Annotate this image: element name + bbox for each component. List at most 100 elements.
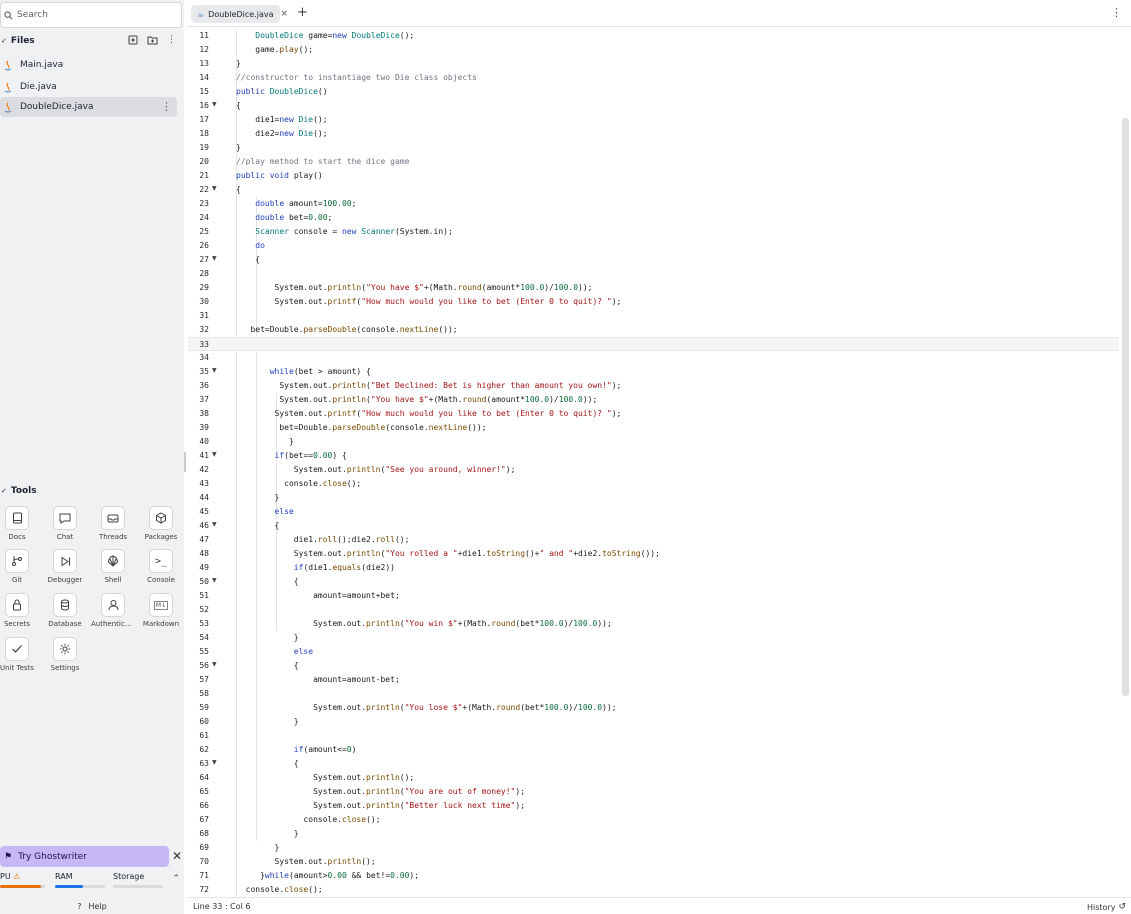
code-line[interactable]: 52 — [188, 603, 1119, 617]
code-line[interactable]: 24 double bet=0.00; — [188, 211, 1119, 225]
code-line[interactable]: 34 — [188, 351, 1119, 365]
code-line[interactable]: 46 ▼ { — [188, 519, 1119, 533]
history-button[interactable]: History ↺ — [1087, 902, 1126, 912]
code-line[interactable]: 27 ▼ { — [188, 253, 1119, 267]
tool-secrets[interactable]: Secrets — [0, 593, 39, 635]
code-line[interactable]: 42 System.out.println("See you around, w… — [188, 463, 1119, 477]
code-line[interactable]: 51 amount=amount+bet; — [188, 589, 1119, 603]
fold-chevron-icon[interactable]: ▼ — [212, 255, 217, 262]
code-line[interactable]: 19} — [188, 141, 1119, 155]
code-line[interactable]: 18 die2=new Die(); — [188, 127, 1119, 141]
code-line[interactable]: 21 public void play() — [188, 169, 1119, 183]
fold-chevron-icon[interactable]: ▼ — [212, 577, 217, 584]
code-line[interactable]: 70 System.out.println(); — [188, 855, 1119, 869]
code-line[interactable]: 35 ▼ while(bet > amount) { — [188, 365, 1119, 379]
tool-markdown[interactable]: M↓ Markdown — [139, 593, 183, 635]
code-line[interactable]: 56 ▼ { — [188, 659, 1119, 673]
code-line[interactable]: 53 System.out.println("You win $"+(Math.… — [188, 617, 1119, 631]
code-line[interactable]: 28 — [188, 267, 1119, 281]
code-line[interactable]: 71 }while(amount>0.00 && bet!=0.00); — [188, 869, 1119, 883]
code-line[interactable]: 40 } — [188, 435, 1119, 449]
code-line[interactable]: 16 ▼ { — [188, 99, 1119, 113]
search-input[interactable]: Search — [0, 2, 182, 28]
code-line[interactable]: 48 System.out.println("You rolled a "+di… — [188, 547, 1119, 561]
ghostwriter-banner[interactable]: ⚑ Try Ghostwriter — [0, 846, 169, 867]
code-line[interactable]: 31 — [188, 309, 1119, 323]
new-folder-icon[interactable] — [147, 35, 158, 45]
code-line[interactable]: 64 System.out.println(); — [188, 771, 1119, 785]
code-line[interactable]: 11 DoubleDice game=new DoubleDice(); — [188, 29, 1119, 43]
code-line[interactable]: 47 die1.roll();die2.roll(); — [188, 533, 1119, 547]
tab-doubledice-java[interactable]: ☕ DoubleDice.java × — [191, 5, 288, 23]
code-line[interactable]: 15 public DoubleDice() — [188, 85, 1119, 99]
tool-authenticat[interactable]: Authenticat... — [91, 593, 135, 635]
code-line[interactable]: 30 System.out.printf("How much would you… — [188, 295, 1119, 309]
more-options-icon[interactable]: ⋮ — [1111, 6, 1122, 19]
code-line[interactable]: 54 } — [188, 631, 1119, 645]
code-line[interactable]: 14 //constructor to instantiage two Die c… — [188, 71, 1119, 85]
code-line[interactable]: 66 System.out.println("Better luck next … — [188, 799, 1119, 813]
code-line[interactable]: 17 die1=new Die(); — [188, 113, 1119, 127]
tool-debugger[interactable]: Debugger — [43, 549, 87, 591]
code-line[interactable]: 37 System.out.println("You have $"+(Math… — [188, 393, 1119, 407]
help-button[interactable]: ? Help — [0, 898, 184, 914]
new-file-icon[interactable] — [128, 35, 138, 45]
code-line[interactable]: 62 if(amount<=0) — [188, 743, 1119, 757]
editor-scrollbar[interactable] — [1122, 118, 1129, 696]
tool-console[interactable]: >_ Console — [139, 549, 183, 591]
code-line[interactable]: 29 System.out.println("You have $"+(Math… — [188, 281, 1119, 295]
code-line[interactable]: 55 else — [188, 645, 1119, 659]
file-item[interactable]: Die.java — [0, 77, 177, 97]
tools-section-header[interactable]: ✓ Tools — [0, 484, 37, 498]
fold-chevron-icon[interactable]: ▼ — [212, 759, 217, 766]
file-item[interactable]: DoubleDice.java ⋮ — [0, 97, 177, 117]
code-line[interactable]: 72 console.close(); — [188, 883, 1119, 896]
code-line[interactable]: 68 } — [188, 827, 1119, 841]
code-line[interactable]: 33 — [188, 337, 1119, 351]
code-line[interactable]: 41 ▼ if(bet==0.00) { — [188, 449, 1119, 463]
resource-usage[interactable]: PU ⚠ RAM Storage ⌃ — [0, 870, 184, 892]
code-line[interactable]: 59 System.out.println("You lose $"+(Math… — [188, 701, 1119, 715]
code-line[interactable]: 23 double amount=100.00; — [188, 197, 1119, 211]
code-line[interactable]: 61 — [188, 729, 1119, 743]
close-tab-icon[interactable]: × — [281, 9, 289, 19]
tool-unit-tests[interactable]: Unit Tests — [0, 637, 39, 679]
close-icon[interactable]: ✕ — [172, 849, 182, 863]
code-line[interactable]: 45 else — [188, 505, 1119, 519]
code-line[interactable]: 26 do — [188, 239, 1119, 253]
fold-chevron-icon[interactable]: ▼ — [212, 101, 217, 108]
tool-threads[interactable]: Threads — [91, 506, 135, 548]
code-line[interactable]: 63 ▼ { — [188, 757, 1119, 771]
file-item[interactable]: Main.java — [0, 55, 177, 75]
cursor-position[interactable]: Line 33 : Col 6 — [193, 902, 251, 911]
fold-chevron-icon[interactable]: ▼ — [212, 661, 217, 668]
code-line[interactable]: 13} — [188, 57, 1119, 71]
code-line[interactable]: 65 System.out.println("You are out of mo… — [188, 785, 1119, 799]
code-line[interactable]: 44 } — [188, 491, 1119, 505]
tool-packages[interactable]: Packages — [139, 506, 183, 548]
code-line[interactable]: 67 console.close(); — [188, 813, 1119, 827]
add-tab-icon[interactable]: + — [297, 5, 308, 20]
file-menu-icon[interactable]: ⋮ — [161, 100, 172, 113]
code-line[interactable]: 60 } — [188, 715, 1119, 729]
code-line[interactable]: 12 game.play(); — [188, 43, 1119, 57]
tool-shell[interactable]: Shell — [91, 549, 135, 591]
code-line[interactable]: 50 ▼ { — [188, 575, 1119, 589]
tool-database[interactable]: Database — [43, 593, 87, 635]
tool-docs[interactable]: Docs — [0, 506, 39, 548]
tool-settings[interactable]: Settings — [43, 637, 87, 679]
fold-chevron-icon[interactable]: ▼ — [212, 185, 217, 192]
fold-chevron-icon[interactable]: ▼ — [212, 521, 217, 528]
code-line[interactable]: 39 bet=Double.parseDouble(console.nextLi… — [188, 421, 1119, 435]
files-menu-icon[interactable]: ⋮ — [167, 35, 176, 45]
code-line[interactable]: 25 Scanner console = new Scanner(System.… — [188, 225, 1119, 239]
tool-chat[interactable]: Chat — [43, 506, 87, 548]
code-line[interactable]: 69 } — [188, 841, 1119, 855]
fold-chevron-icon[interactable]: ▼ — [212, 367, 217, 374]
code-line[interactable]: 38 System.out.printf("How much would you… — [188, 407, 1119, 421]
code-line[interactable]: 36 System.out.println("Bet Declined: Bet… — [188, 379, 1119, 393]
fold-chevron-icon[interactable]: ▼ — [212, 451, 217, 458]
code-line[interactable]: 43 console.close(); — [188, 477, 1119, 491]
code-line[interactable]: 22 ▼ { — [188, 183, 1119, 197]
sidebar-resize-handle[interactable] — [184, 452, 186, 472]
